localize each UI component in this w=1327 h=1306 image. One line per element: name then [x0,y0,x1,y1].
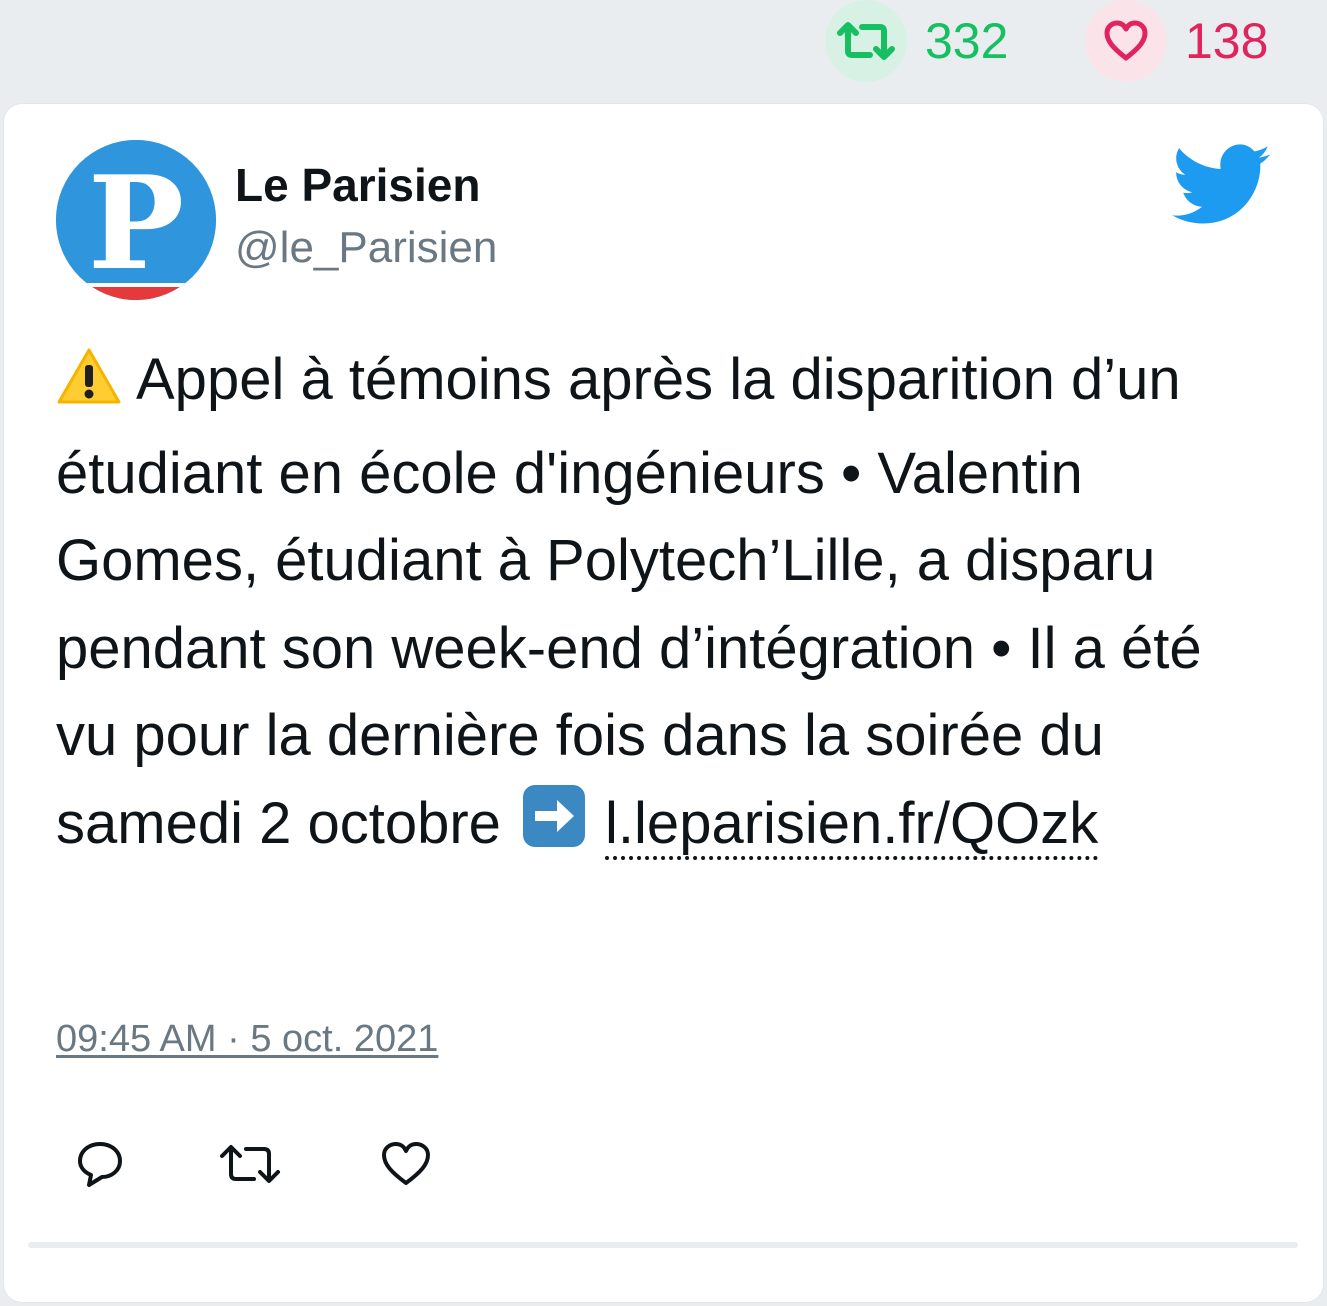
retweet-stat[interactable]: 332 [825,0,1008,82]
retweet-count: 332 [925,13,1009,69]
warning-icon [56,342,122,430]
avatar[interactable]: P [56,140,216,300]
retweet-button[interactable] [219,1138,281,1194]
like-count: 138 [1185,13,1269,69]
tweet-card: P Le Parisien @le_Parisien Appel à témoi… [4,104,1323,1302]
like-icon [380,1140,432,1193]
author-name[interactable]: Le Parisien [235,160,480,211]
retweet-icon [825,0,907,82]
avatar-letter: P [88,149,184,299]
tweet-body-text: Appel à témoins après la disparition d’u… [56,347,1202,856]
tweet-timestamp[interactable]: 09:45 AM · 5 oct. 2021 [56,1018,438,1061]
tweet-text: Appel à témoins après la disparition d’u… [56,336,1276,873]
divider [28,1242,1298,1248]
reply-icon [75,1140,125,1193]
reply-button[interactable] [72,1138,128,1194]
heart-icon [1085,0,1167,82]
author-handle[interactable]: @le_Parisien [235,223,497,272]
engagement-stats-bar: 332 138 [0,0,1327,100]
like-stat[interactable]: 138 [1085,0,1268,82]
like-button[interactable] [378,1138,434,1194]
twitter-bird-icon[interactable] [1172,144,1272,228]
right-arrow-icon [521,783,587,874]
tweet-link[interactable]: l.leparisien.fr/QOzk [605,790,1099,860]
retweet-icon [219,1142,281,1191]
